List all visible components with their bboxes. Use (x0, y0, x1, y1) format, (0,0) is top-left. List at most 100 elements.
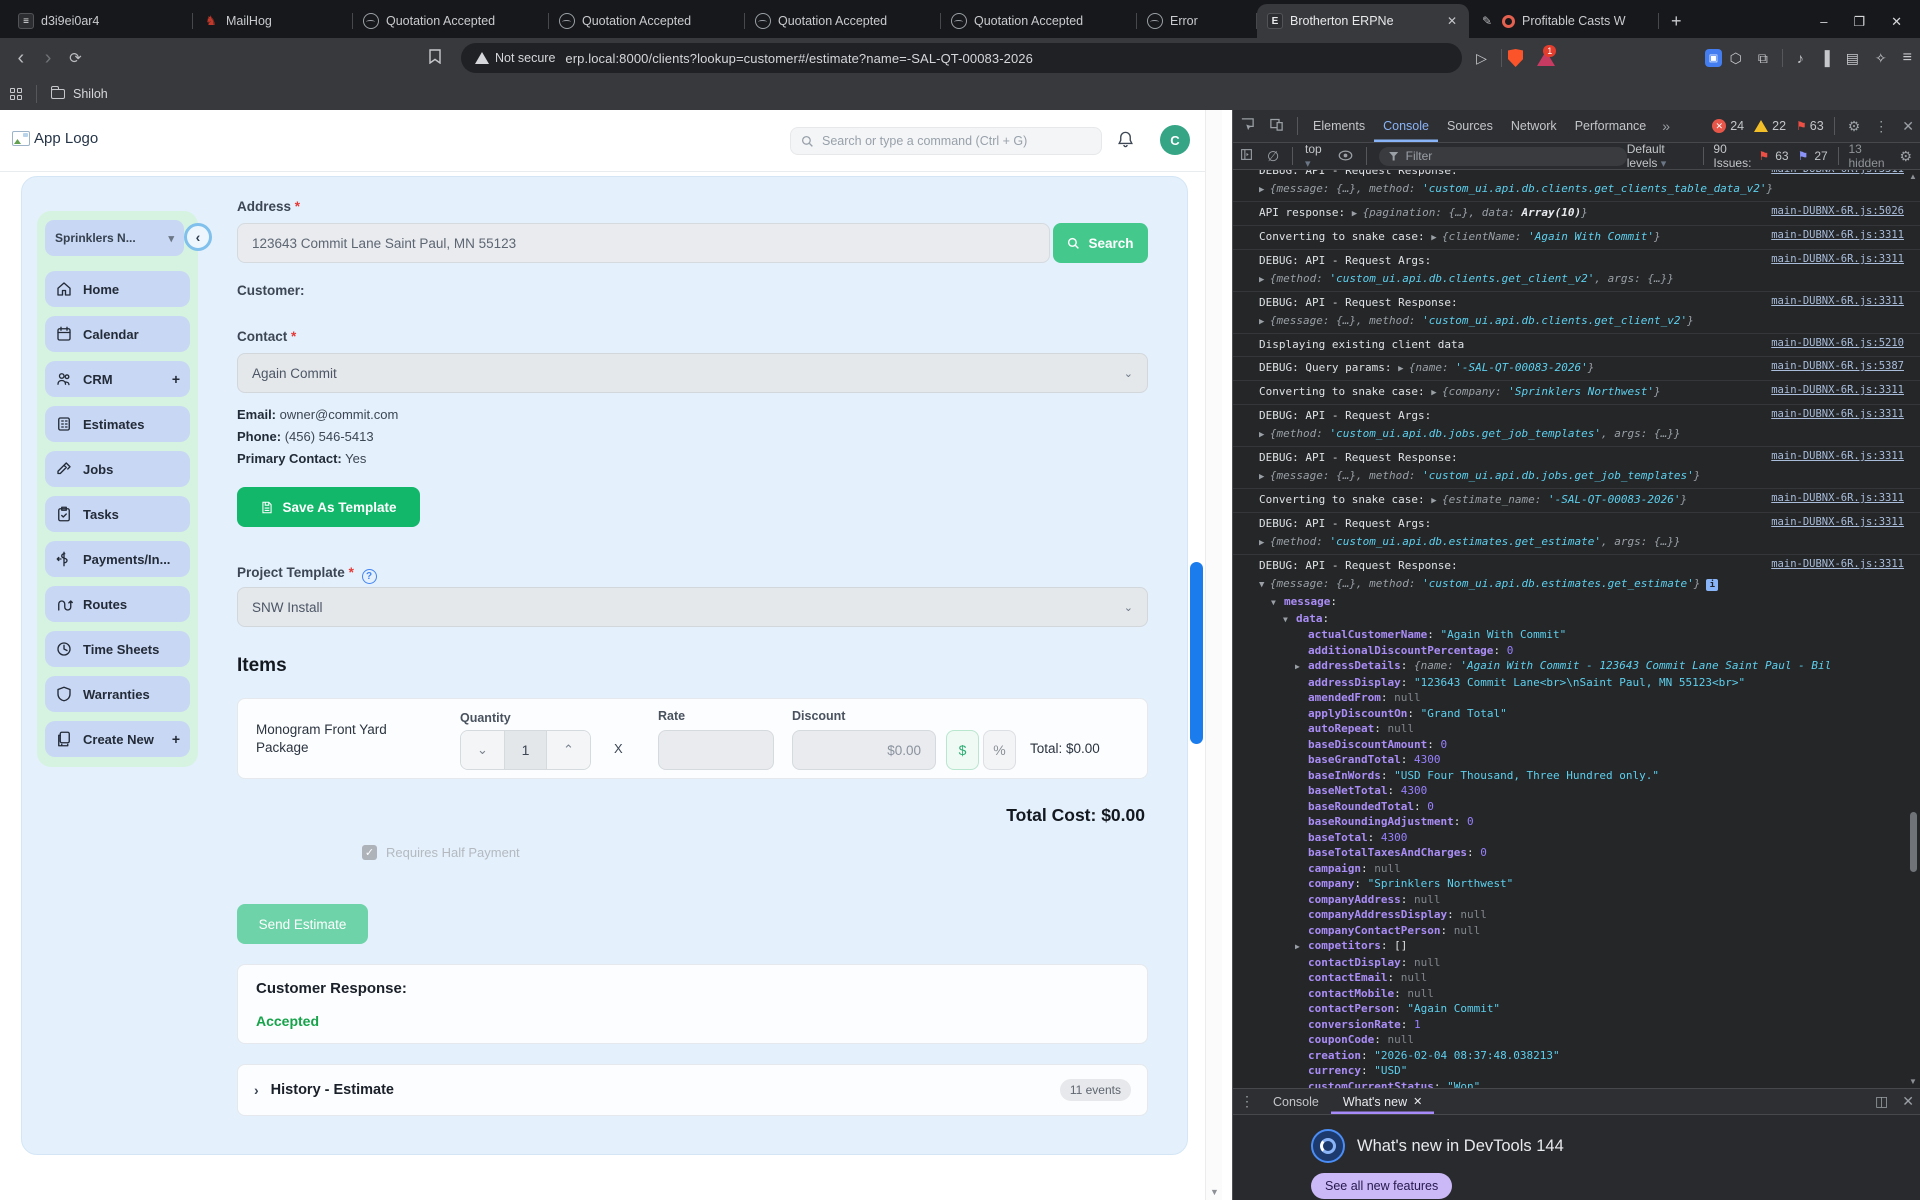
quantity-increase-icon[interactable]: ⌃ (547, 731, 590, 769)
console-row-5[interactable]: Displaying existing client data main-DUBN… (1233, 334, 1920, 357)
sidebar-item-home[interactable]: Home (45, 271, 190, 307)
sidebar-item-calendar[interactable]: Calendar (45, 316, 190, 352)
drawer-tab-console[interactable]: Console (1261, 1089, 1331, 1114)
plus-icon[interactable]: + (172, 371, 180, 387)
log-levels-selector[interactable]: Default levels ▾ (1627, 142, 1693, 170)
source-link[interactable]: main-DUBNX-6R.js:3311 (1771, 229, 1904, 241)
sidebar-item-routes[interactable]: Routes (45, 586, 190, 622)
sidebar-collapse-button[interactable]: ‹ (184, 223, 212, 251)
scroll-down-arrow[interactable]: ▼ (1909, 1077, 1917, 1086)
discount-input[interactable]: $0.00 (792, 730, 936, 770)
console-row-4[interactable]: DEBUG: API - Request Response: ▶ {message… (1233, 292, 1920, 334)
console-row-11[interactable]: DEBUG: API - Request Args: ▶ {method: 'cu… (1233, 513, 1920, 555)
source-link[interactable]: main-DUBNX-6R.js:3311 (1771, 253, 1904, 265)
bookmark-icon[interactable] (429, 49, 441, 67)
contact-select[interactable]: Again Commit ⌄ (237, 353, 1148, 393)
drawer-menu-kebab-icon[interactable]: ⋮ (1240, 1093, 1254, 1110)
drawer-close-icon[interactable]: ✕ (1902, 1093, 1914, 1110)
context-selector[interactable]: top ▾ (1305, 142, 1326, 170)
console-row-3[interactable]: DEBUG: API - Request Args: ▶ {method: 'cu… (1233, 250, 1920, 292)
leo-ai-icon[interactable]: ✧ (1875, 50, 1887, 67)
console-scrollbar[interactable]: ▲ ▼ (1907, 172, 1919, 1086)
devtools-settings-gear-icon[interactable]: ⚙ (1848, 118, 1861, 135)
user-avatar[interactable]: C (1160, 125, 1190, 155)
expand-caret-icon[interactable]: › (254, 1082, 259, 1098)
sidebar-item-jobs[interactable]: Jobs (45, 451, 190, 487)
console-row-7[interactable]: Converting to snake case: ▶ {company: 'S… (1233, 381, 1920, 405)
browser-tab-0[interactable]: ≡ d3i9ei0ar4 (8, 4, 193, 38)
address-input[interactable]: 123643 Commit Lane Saint Paul, MN 55123 (237, 223, 1050, 263)
sidebar-item-time-sheets[interactable]: Time Sheets (45, 631, 190, 667)
back-button[interactable]: ‹ (7, 47, 34, 70)
console-filter-input[interactable]: Filter (1378, 146, 1627, 166)
source-link[interactable]: main-DUBNX-6R.js:3311 (1771, 558, 1904, 570)
browser-tab-5[interactable]: Quotation Accepted (941, 4, 1137, 38)
console-row-10[interactable]: Converting to snake case: ▶ {estimate_na… (1233, 489, 1920, 513)
source-link[interactable]: main-DUBNX-6R.js:3311 (1771, 170, 1904, 175)
split-panel-icon[interactable]: ◫ (1875, 1093, 1888, 1110)
sidebar-item-tasks[interactable]: Tasks (45, 496, 190, 532)
tree-caret-icon[interactable]: ▼ (1271, 595, 1284, 611)
brave-rewards-icon[interactable]: 1 (1537, 44, 1557, 66)
see-all-features-button[interactable]: See all new features (1311, 1173, 1453, 1199)
console-row-1[interactable]: API response: ▶ {pagination: {…}, data: … (1233, 202, 1920, 226)
console-settings-gear-icon[interactable]: ⚙ (1899, 148, 1912, 165)
send-tab-icon[interactable]: ▷ (1476, 50, 1487, 67)
profile-icon[interactable]: ▣ (1705, 49, 1722, 67)
console-row-12[interactable]: DEBUG: API - Request Response: ▼ {message… (1233, 555, 1920, 1088)
devtools-close-icon[interactable]: ✕ (1902, 118, 1914, 135)
address-search-button[interactable]: Search (1053, 223, 1148, 263)
sidebar-item-crm[interactable]: CRM + (45, 361, 190, 397)
sidebar-icon[interactable]: ▐ (1820, 50, 1830, 66)
quantity-decrease-icon[interactable]: ⌄ (461, 731, 504, 769)
reload-button[interactable]: ⟳ (62, 49, 89, 67)
tab-close-icon[interactable]: ✕ (1445, 14, 1459, 28)
browser-tab-4[interactable]: Quotation Accepted (745, 4, 941, 38)
sidebar-item-create-new[interactable]: Create New + (45, 721, 190, 757)
source-link[interactable]: main-DUBNX-6R.js:3311 (1771, 492, 1904, 504)
device-toolbar-icon[interactable] (1269, 117, 1284, 135)
issues-summary[interactable]: 90 Issues: ⚑ 63 ⚑ 27 (1713, 142, 1827, 170)
issues-flag-icon[interactable]: ⚑ (1796, 119, 1807, 133)
scroll-up-arrow[interactable]: ▲ (1909, 172, 1917, 181)
app-logo[interactable]: App Logo (12, 130, 98, 147)
plus-icon[interactable]: + (172, 731, 180, 747)
quantity-value[interactable]: 1 (504, 731, 547, 769)
error-count-icon[interactable]: ✕ (1712, 119, 1727, 133)
console-scroll-thumb[interactable] (1910, 812, 1917, 872)
browser-tab-1[interactable]: ♞ MailHog (193, 4, 353, 38)
close-icon[interactable]: ✕ (1413, 1095, 1422, 1108)
window-minimize-icon[interactable]: – (1820, 14, 1827, 30)
devtools-tab-network[interactable]: Network (1502, 110, 1566, 142)
inspect-element-icon[interactable] (1240, 117, 1255, 135)
address-bar[interactable]: Not secure erp.local:8000/clients?lookup… (460, 43, 1463, 73)
browser-tab-7[interactable]: E Brotherton ERPNe ✕ (1257, 4, 1469, 38)
send-estimate-button[interactable]: Send Estimate (237, 904, 368, 944)
url-text[interactable]: erp.local:8000/clients?lookup=customer#/… (565, 51, 1033, 66)
bookmark-folder-shiloh[interactable]: Shiloh (73, 87, 108, 101)
source-link[interactable]: main-DUBNX-6R.js:3311 (1771, 384, 1904, 396)
browser-tab-3[interactable]: Quotation Accepted (549, 4, 745, 38)
console-row-8[interactable]: DEBUG: API - Request Args: ▶ {method: 'cu… (1233, 405, 1920, 447)
page-scrollbar[interactable]: ▼ (1205, 110, 1222, 1200)
discount-percent-button[interactable]: % (983, 730, 1016, 770)
source-link[interactable]: main-DUBNX-6R.js:3311 (1771, 408, 1904, 420)
console-sidebar-icon[interactable] (1240, 148, 1253, 164)
new-tab-button[interactable]: + (1671, 11, 1682, 32)
search-tabs-icon[interactable]: ⧉ (1758, 50, 1768, 67)
warning-count-icon[interactable] (1754, 120, 1769, 132)
project-template-select[interactable]: SNW Install ⌄ (237, 587, 1148, 627)
tree-caret-icon[interactable]: ▶ (1295, 939, 1308, 955)
history-card[interactable]: › History - Estimate 11 events (237, 1064, 1148, 1116)
scroll-down-arrow[interactable]: ▼ (1210, 1187, 1219, 1197)
devtools-tab-sources[interactable]: Sources (1438, 110, 1502, 142)
wallet-icon[interactable]: ▤ (1846, 50, 1859, 67)
sidebar-item-warranties[interactable]: Warranties (45, 676, 190, 712)
window-restore-icon[interactable]: ❐ (1853, 14, 1865, 30)
media-icon[interactable]: ♪ (1797, 50, 1804, 66)
drawer-tab-whats-new[interactable]: What's new ✕ (1331, 1089, 1434, 1114)
help-icon[interactable]: ? (361, 569, 377, 584)
brave-shields-icon[interactable] (1507, 49, 1524, 67)
extensions-puzzle-icon[interactable]: ⬡ (1730, 50, 1742, 67)
menu-icon[interactable]: ≡ (1903, 49, 1912, 67)
